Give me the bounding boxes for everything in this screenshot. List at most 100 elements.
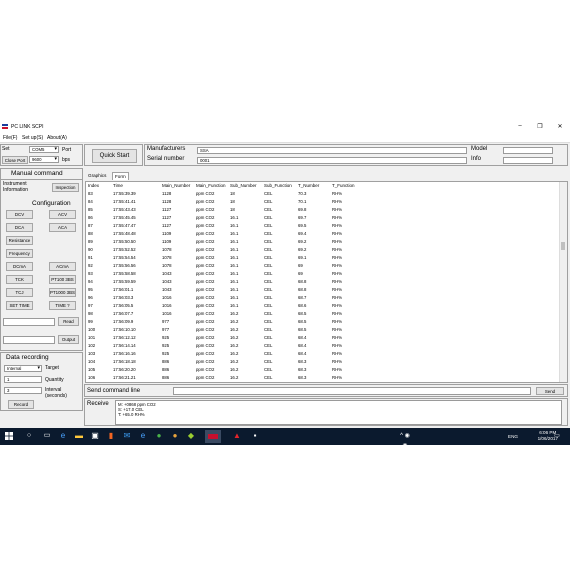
folder-icon[interactable]: ▬ <box>74 431 84 441</box>
notification-icon[interactable]: ▭ <box>552 431 562 441</box>
minimize-button[interactable]: – <box>516 123 524 130</box>
table-row[interactable]: 102 17:56:14.14 925 ppm CO2 16.2 CEL 68.4 RH% <box>86 342 556 350</box>
table-row[interactable]: 98 17:56:07.7 1016 ppm CO2 16.2 CEL 68.5 RH% <box>86 310 556 318</box>
aca-button[interactable]: ACA <box>49 223 76 232</box>
maximize-button[interactable]: ❐ <box>536 123 544 130</box>
interval-field[interactable]: 3 <box>4 387 42 394</box>
table-cell: 16.1 <box>230 231 239 236</box>
menu-setup[interactable]: Set up(S) <box>22 135 43 141</box>
chrome-icon[interactable]: ● <box>154 431 164 441</box>
firefox-icon[interactable]: ● <box>170 431 180 441</box>
mail-icon[interactable]: ✉ <box>122 431 132 441</box>
acma-button[interactable]: ACmA <box>49 262 76 271</box>
table-row[interactable]: 99 17:56:09.9 977 ppm CO2 16.2 CEL 68.5 RH% <box>86 318 556 326</box>
table-row[interactable]: 87 17:55:47.47 1127 ppm CO2 16.1 CEL 69.5 RH% <box>86 222 556 230</box>
time-query-button[interactable]: TIME ? <box>49 301 76 310</box>
table-row[interactable]: 93 17:55:58.58 1043 ppm CO2 16.1 CEL 69 RH% <box>86 270 556 278</box>
read-button[interactable]: Read <box>58 317 79 326</box>
table-row[interactable]: 96 17:56:03.3 1016 ppm CO2 16.1 CEL 68.7 RH% <box>86 294 556 302</box>
target-select[interactable]: Internal <box>4 365 42 372</box>
office-icon[interactable]: ▮ <box>106 431 116 441</box>
resistance-button[interactable]: Resistance <box>6 236 33 245</box>
table-cell: 1127 <box>162 207 172 212</box>
table-cell: 68.4 <box>298 351 307 356</box>
col-index: Index <box>88 183 100 188</box>
table-cell: 68.4 <box>298 335 307 340</box>
table-row[interactable]: 101 17:56:12.12 925 ppm CO2 16.2 CEL 68.4 RH% <box>86 334 556 342</box>
info-field[interactable] <box>503 157 553 164</box>
output-field[interactable] <box>3 336 55 344</box>
tck-button[interactable]: TCK <box>6 275 33 284</box>
serial-number-field[interactable]: 0001 <box>197 157 467 164</box>
output-button[interactable]: Output <box>58 335 79 344</box>
pt1000-button[interactable]: PT1000 3BS <box>49 288 76 297</box>
table-row[interactable]: 83 17:55:39.39 1128 ppm CO2 18 CEL 70.3 RH% <box>86 190 556 198</box>
table-cell: 17:56:05.5 <box>113 303 134 308</box>
table-cell: 91 <box>88 255 93 260</box>
tray-icons[interactable]: ^ ◉ ◉ ◉ ◉ ◉ <box>400 431 410 479</box>
quantity-field[interactable]: 1 <box>4 376 42 383</box>
dcv-button[interactable]: DCV <box>6 210 33 219</box>
read-field[interactable] <box>3 318 55 326</box>
model-field[interactable] <box>503 147 553 154</box>
windows-start-icon[interactable] <box>5 432 13 440</box>
data-table: Index Time Main_Number Main_Function Sub… <box>85 181 568 383</box>
menu-file[interactable]: File(F) <box>3 135 17 141</box>
table-cell: 16.2 <box>230 351 239 356</box>
acv-button[interactable]: ACV <box>49 210 76 219</box>
table-row[interactable]: 104 17:56:18.18 886 ppm CO2 16.2 CEL 68.3 RH% <box>86 358 556 366</box>
table-row[interactable]: 86 17:55:45.45 1127 ppm CO2 16.1 CEL 69.7 RH% <box>86 214 556 222</box>
table-row[interactable]: 92 17:55:56.56 1078 ppm CO2 16.1 CEL 69 RH% <box>86 262 556 270</box>
send-button[interactable]: Send <box>536 387 564 395</box>
inspection-button[interactable]: Inspection <box>52 183 79 192</box>
table-cell: CEL <box>264 367 273 372</box>
tab-graphics[interactable]: Graphics <box>86 172 108 180</box>
taskbar: ○ ▭ e ▬ ▣ ▮ ✉ e ● ● ◆ ▲ ▪ ^ ◉ ◉ ◉ ◉ ◉ EN… <box>0 428 570 479</box>
table-row[interactable]: 88 17:55:48.48 1109 ppm CO2 16.1 CEL 69.4 RH% <box>86 230 556 238</box>
store-icon[interactable]: ▣ <box>90 431 100 441</box>
quick-start-button[interactable]: Quick Start <box>92 149 137 163</box>
table-row[interactable]: 91 17:55:54.54 1078 ppm CO2 16.1 CEL 69.1 RH% <box>86 254 556 262</box>
app-icon[interactable]: ▪ <box>250 431 260 441</box>
table-row[interactable]: 100 17:56:10.10 977 ppm CO2 16.2 CEL 68.5 RH% <box>86 326 556 334</box>
close-button[interactable]: ✕ <box>556 123 564 130</box>
table-row[interactable]: 84 17:55:41.41 1128 ppm CO2 18 CEL 70.1 RH% <box>86 198 556 206</box>
table-row[interactable]: 94 17:55:59.59 1043 ppm CO2 16.1 CEL 68.8 RH% <box>86 278 556 286</box>
port-select[interactable]: COM5 <box>29 146 59 153</box>
dca-button[interactable]: DCA <box>6 223 33 232</box>
table-row[interactable]: 90 17:55:52.52 1078 ppm CO2 16.1 CEL 69.2 RH% <box>86 246 556 254</box>
task-view-icon[interactable]: ▭ <box>42 431 52 441</box>
table-row[interactable]: 85 17:55:43.43 1127 ppm CO2 18 CEL 69.8 RH% <box>86 206 556 214</box>
table-row[interactable]: 89 17:55:50.50 1109 ppm CO2 16.1 CEL 69.2 RH% <box>86 238 556 246</box>
instrument-info-label: Instrument Information <box>3 181 29 193</box>
table-scrollbar[interactable] <box>559 182 567 382</box>
search-icon[interactable]: ○ <box>24 431 34 441</box>
baud-select[interactable]: 9600 <box>29 156 59 163</box>
table-row[interactable]: 103 17:56:16.16 925 ppm CO2 16.2 CEL 68.4 RH% <box>86 350 556 358</box>
set-time-button[interactable]: SET TIME <box>6 301 33 310</box>
pc-link-taskbar-button[interactable] <box>205 430 221 443</box>
table-row[interactable]: 105 17:56:20.20 886 ppm CO2 16.2 CEL 68.3 RH% <box>86 366 556 374</box>
scroll-thumb[interactable] <box>561 242 565 250</box>
close-port-button[interactable]: Close Port <box>2 156 28 164</box>
language-indicator[interactable]: ENG <box>508 434 518 439</box>
ie-icon[interactable]: e <box>138 431 148 441</box>
app-flag-icon <box>2 124 8 129</box>
frequency-button[interactable]: Frequency <box>6 249 33 258</box>
send-command-field[interactable] <box>173 387 531 395</box>
table-row[interactable]: 97 17:56:05.5 1016 ppm CO2 16.1 CEL 68.6 RH% <box>86 302 556 310</box>
manufacturers-field[interactable]: SSA <box>197 147 467 154</box>
tab-form[interactable]: Form <box>112 172 129 180</box>
menu-about[interactable]: About(A) <box>47 135 67 141</box>
table-row[interactable]: 95 17:56:01.1 1043 ppm CO2 16.1 CEL 68.8 RH% <box>86 286 556 294</box>
table-cell: 69 <box>298 263 303 268</box>
app-icon[interactable]: ◆ <box>186 431 196 441</box>
table-row[interactable]: 106 17:56:21.21 886 ppm CO2 16.2 CEL 68.3 RH% <box>86 374 556 382</box>
edge-icon[interactable]: e <box>58 431 68 441</box>
dcma-button[interactable]: DCmA <box>6 262 33 271</box>
pt100-button[interactable]: PT100 3BS <box>49 275 76 284</box>
table-cell: 16.2 <box>230 327 239 332</box>
record-button[interactable]: Record <box>8 400 34 409</box>
acrobat-icon[interactable]: ▲ <box>232 431 242 441</box>
tcj-button[interactable]: TCJ <box>6 288 33 297</box>
